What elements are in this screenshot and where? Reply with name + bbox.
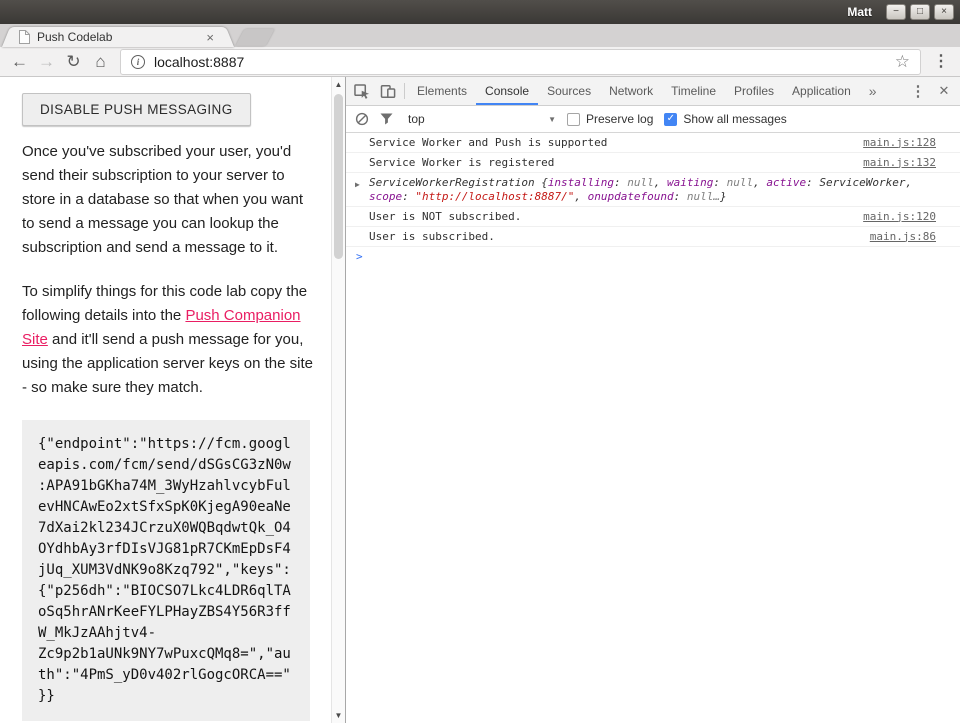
source-link[interactable]: main.js:128: [863, 136, 936, 150]
window-maximize-button[interactable]: □: [910, 4, 930, 20]
window-minimize-button[interactable]: −: [886, 4, 906, 20]
home-button[interactable]: ⌂: [87, 48, 114, 76]
filter-icon[interactable]: [380, 113, 393, 125]
paragraph-text: and it'll send a push message for you, u…: [22, 331, 313, 396]
device-toolbar-icon[interactable]: [375, 78, 401, 104]
scroll-down-icon[interactable]: ▼: [332, 711, 345, 720]
close-icon: ×: [941, 6, 947, 17]
message-text: Service Worker and Push is supported: [369, 136, 851, 150]
checkbox-label: Show all messages: [683, 112, 786, 126]
source-link[interactable]: main.js:132: [863, 156, 936, 170]
clear-console-icon[interactable]: [355, 112, 369, 126]
tab-close-icon[interactable]: ×: [202, 30, 218, 45]
navigation-bar: ← → ↻ ⌂ i localhost:8887 ☆ ⋮: [0, 47, 960, 77]
chevron-down-icon: ▼: [548, 115, 556, 124]
console-prompt[interactable]: >: [346, 247, 960, 266]
disable-push-button[interactable]: DISABLE PUSH MESSAGING: [22, 93, 251, 126]
browser-window: Matt − □ × Push Codelab × ← → ↻ ⌂ i loca…: [0, 0, 960, 723]
window-titlebar: Matt − □ ×: [0, 0, 960, 24]
source-link[interactable]: main.js:120: [863, 210, 936, 224]
console-messages: Service Worker and Push is supported mai…: [346, 133, 960, 723]
console-message: Service Worker is registered main.js:132: [346, 153, 960, 173]
preserve-log-checkbox[interactable]: Preserve log: [567, 112, 653, 126]
show-all-messages-checkbox[interactable]: ✓ Show all messages: [664, 112, 786, 126]
maximize-icon: □: [917, 6, 923, 17]
message-text: User is NOT subscribed.: [369, 210, 851, 224]
browser-tab[interactable]: Push Codelab ×: [14, 27, 222, 47]
address-bar[interactable]: i localhost:8887 ☆: [120, 49, 921, 75]
reload-button[interactable]: ↻: [60, 48, 87, 76]
toolbar-divider: [404, 83, 405, 99]
browser-menu-icon[interactable]: ⋮: [927, 48, 954, 76]
devtools-tab-profiles[interactable]: Profiles: [725, 77, 783, 105]
console-message: User is subscribed. main.js:86: [346, 227, 960, 247]
page-info-icon[interactable]: i: [131, 55, 145, 69]
page-content: DISABLE PUSH MESSAGING Once you've subsc…: [0, 77, 331, 723]
prompt-chevron-icon: >: [356, 250, 363, 264]
forward-button[interactable]: →: [33, 48, 60, 76]
devtools-tab-sources[interactable]: Sources: [538, 77, 600, 105]
checkbox-unchecked: [567, 113, 580, 126]
new-tab-button[interactable]: [235, 29, 274, 46]
minimize-icon: −: [893, 6, 899, 17]
check-icon: ✓: [667, 114, 675, 124]
console-message: Service Worker and Push is supported mai…: [346, 133, 960, 153]
devtools-panel: Elements Console Sources Network Timelin…: [345, 77, 960, 723]
window-title: Matt: [847, 5, 872, 19]
devtools-tab-console[interactable]: Console: [476, 77, 538, 105]
scrollbar-thumb[interactable]: [334, 94, 343, 259]
execution-context-selector[interactable]: top ▼: [408, 112, 556, 126]
url-text: localhost:8887: [154, 54, 886, 70]
devtools-tab-network[interactable]: Network: [600, 77, 662, 105]
devtools-toolbar: Elements Console Sources Network Timelin…: [346, 77, 960, 106]
context-label: top: [408, 112, 425, 126]
devtools-tab-timeline[interactable]: Timeline: [662, 77, 725, 105]
subscription-code-block: {"endpoint":"https://fcm.googleapis.com/…: [22, 420, 310, 721]
tab-title: Push Codelab: [37, 30, 202, 44]
paragraph-companion: To simplify things for this code lab cop…: [22, 280, 319, 400]
devtools-close-icon[interactable]: ✕: [931, 83, 957, 99]
message-text: Service Worker is registered: [369, 156, 851, 170]
bookmark-star-icon[interactable]: ☆: [895, 52, 910, 72]
checkbox-checked: ✓: [664, 113, 677, 126]
devtools-tab-application[interactable]: Application: [783, 77, 860, 105]
message-text: User is subscribed.: [369, 230, 858, 244]
paragraph-subscription: Once you've subscribed your user, you'd …: [22, 140, 319, 260]
content-area: DISABLE PUSH MESSAGING Once you've subsc…: [0, 77, 960, 723]
console-toolbar: top ▼ Preserve log ✓ Show all messages: [346, 106, 960, 133]
object-preview[interactable]: ServiceWorkerRegistration {installing: n…: [369, 176, 936, 204]
expand-triangle-icon[interactable]: ▶: [355, 178, 360, 192]
source-link[interactable]: main.js:86: [870, 230, 936, 244]
tab-strip: Push Codelab ×: [0, 24, 960, 47]
scroll-up-icon[interactable]: ▲: [332, 80, 345, 89]
devtools-tab-elements[interactable]: Elements: [408, 77, 476, 105]
window-close-button[interactable]: ×: [934, 4, 954, 20]
console-message: User is NOT subscribed. main.js:120: [346, 207, 960, 227]
devtools-menu-icon[interactable]: ⋮: [905, 82, 931, 100]
page-favicon-icon: [18, 30, 30, 44]
page-scrollbar[interactable]: ▲ ▼: [331, 77, 345, 723]
more-tabs-icon[interactable]: »: [860, 77, 886, 105]
console-object-message: ▶ ServiceWorkerRegistration {installing:…: [346, 173, 960, 207]
back-button[interactable]: ←: [6, 48, 33, 76]
checkbox-label: Preserve log: [586, 112, 653, 126]
inspect-element-icon[interactable]: [349, 78, 375, 104]
